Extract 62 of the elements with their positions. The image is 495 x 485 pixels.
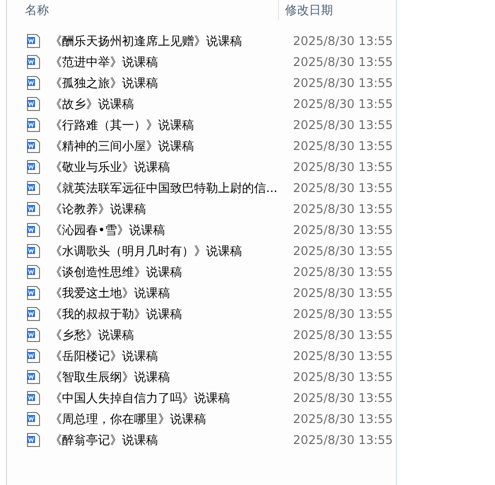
- file-name[interactable]: 《我的叔叔于勒》说课稿: [50, 304, 293, 322]
- file-name[interactable]: 《酬乐天扬州初逢席上见赠》说课稿: [50, 32, 293, 50]
- modified-date: 2025/8/30 13:55: [293, 74, 393, 92]
- file-name[interactable]: 《乡愁》说课稿: [50, 326, 293, 344]
- modified-date: 2025/8/30 13:55: [293, 180, 393, 196]
- column-header[interactable]: 名称: [25, 0, 279, 20]
- file-name[interactable]: 《醉翁亭记》说课稿: [50, 430, 293, 448]
- document-icon: [26, 432, 41, 448]
- document-icon: [26, 138, 41, 154]
- file-name[interactable]: 《论教养》说课稿: [50, 200, 293, 218]
- document-icon: [26, 368, 41, 384]
- modified-date: 2025/8/30 13:55: [293, 138, 393, 154]
- file-name[interactable]: 《就英法联军远征中国致巴特勒上尉的信...: [50, 178, 293, 196]
- modified-date: 2025/8/30 13:55: [293, 96, 393, 112]
- modified-date: 2025/8/30 13:55: [293, 116, 393, 134]
- file-name[interactable]: 《水调歌头（明月几时有）》说课稿: [50, 242, 293, 260]
- modified-date: 2025/8/30 13:55: [293, 200, 393, 218]
- modified-date: 2025/8/30 13:55: [293, 432, 393, 448]
- modified-date: 2025/8/30 13:55: [293, 32, 393, 50]
- file-name[interactable]: 《我爱这土地》说课稿: [50, 284, 293, 302]
- document-icon: [26, 54, 41, 70]
- file-name[interactable]: 《中国人失掉自信力了吗》说课稿: [50, 388, 293, 406]
- file-name[interactable]: 《沁园春•雪》说课稿: [50, 220, 293, 238]
- document-icon: [26, 242, 41, 258]
- document-icon: [26, 264, 41, 280]
- modified-date: 2025/8/30 13:55: [293, 284, 393, 302]
- file-name[interactable]: 《行路难（其一）》说课稿: [50, 116, 293, 134]
- document-icon: [26, 222, 41, 238]
- modified-date: 2025/8/30 13:55: [293, 242, 393, 260]
- file-name[interactable]: 《故乡》说课稿: [50, 94, 293, 112]
- modified-date: 2025/8/30 13:55: [293, 348, 393, 364]
- modified-date: 2025/8/30 13:55: [293, 326, 393, 344]
- document-icon: [26, 326, 41, 342]
- file-name[interactable]: 《范进中举》说课稿: [50, 52, 293, 70]
- file-name[interactable]: 《周总理，你在哪里》说课稿: [50, 410, 293, 428]
- document-icon: [26, 180, 41, 196]
- modified-date: 2025/8/30 13:55: [293, 222, 393, 238]
- file-name[interactable]: 《岳阳楼记》说课稿: [50, 346, 293, 364]
- document-icon: [26, 284, 41, 300]
- modified-date: 2025/8/30 13:55: [293, 54, 393, 70]
- modified-date: 2025/8/30 13:55: [293, 390, 393, 406]
- file-name[interactable]: 《智取生辰纲》说课稿: [50, 368, 293, 386]
- file-name[interactable]: 《精神的三间小屋》说课稿: [50, 136, 293, 154]
- modified-date: 2025/8/30 13:55: [293, 368, 393, 386]
- modified-date: 2025/8/30 13:55: [293, 264, 393, 280]
- column-header[interactable]: 修改日期: [285, 0, 333, 20]
- document-icon: [26, 390, 41, 406]
- document-icon: [26, 410, 41, 426]
- document-icon: [26, 158, 41, 174]
- file-name[interactable]: 《敬业与乐业》说课稿: [50, 158, 293, 176]
- document-icon: [26, 200, 41, 216]
- document-icon: [26, 32, 41, 48]
- modified-date: 2025/8/30 13:55: [293, 158, 393, 176]
- document-icon: [26, 306, 41, 322]
- file-name[interactable]: 《谈创造性思维》说课稿: [50, 262, 293, 280]
- document-icon: [26, 96, 41, 112]
- document-icon: [26, 74, 41, 90]
- file-name[interactable]: 《孤独之旅》说课稿: [50, 74, 293, 92]
- modified-date: 2025/8/30 13:55: [293, 306, 393, 322]
- document-icon: [26, 116, 41, 132]
- modified-date: 2025/8/30 13:55: [293, 410, 393, 428]
- document-icon: [26, 348, 41, 364]
